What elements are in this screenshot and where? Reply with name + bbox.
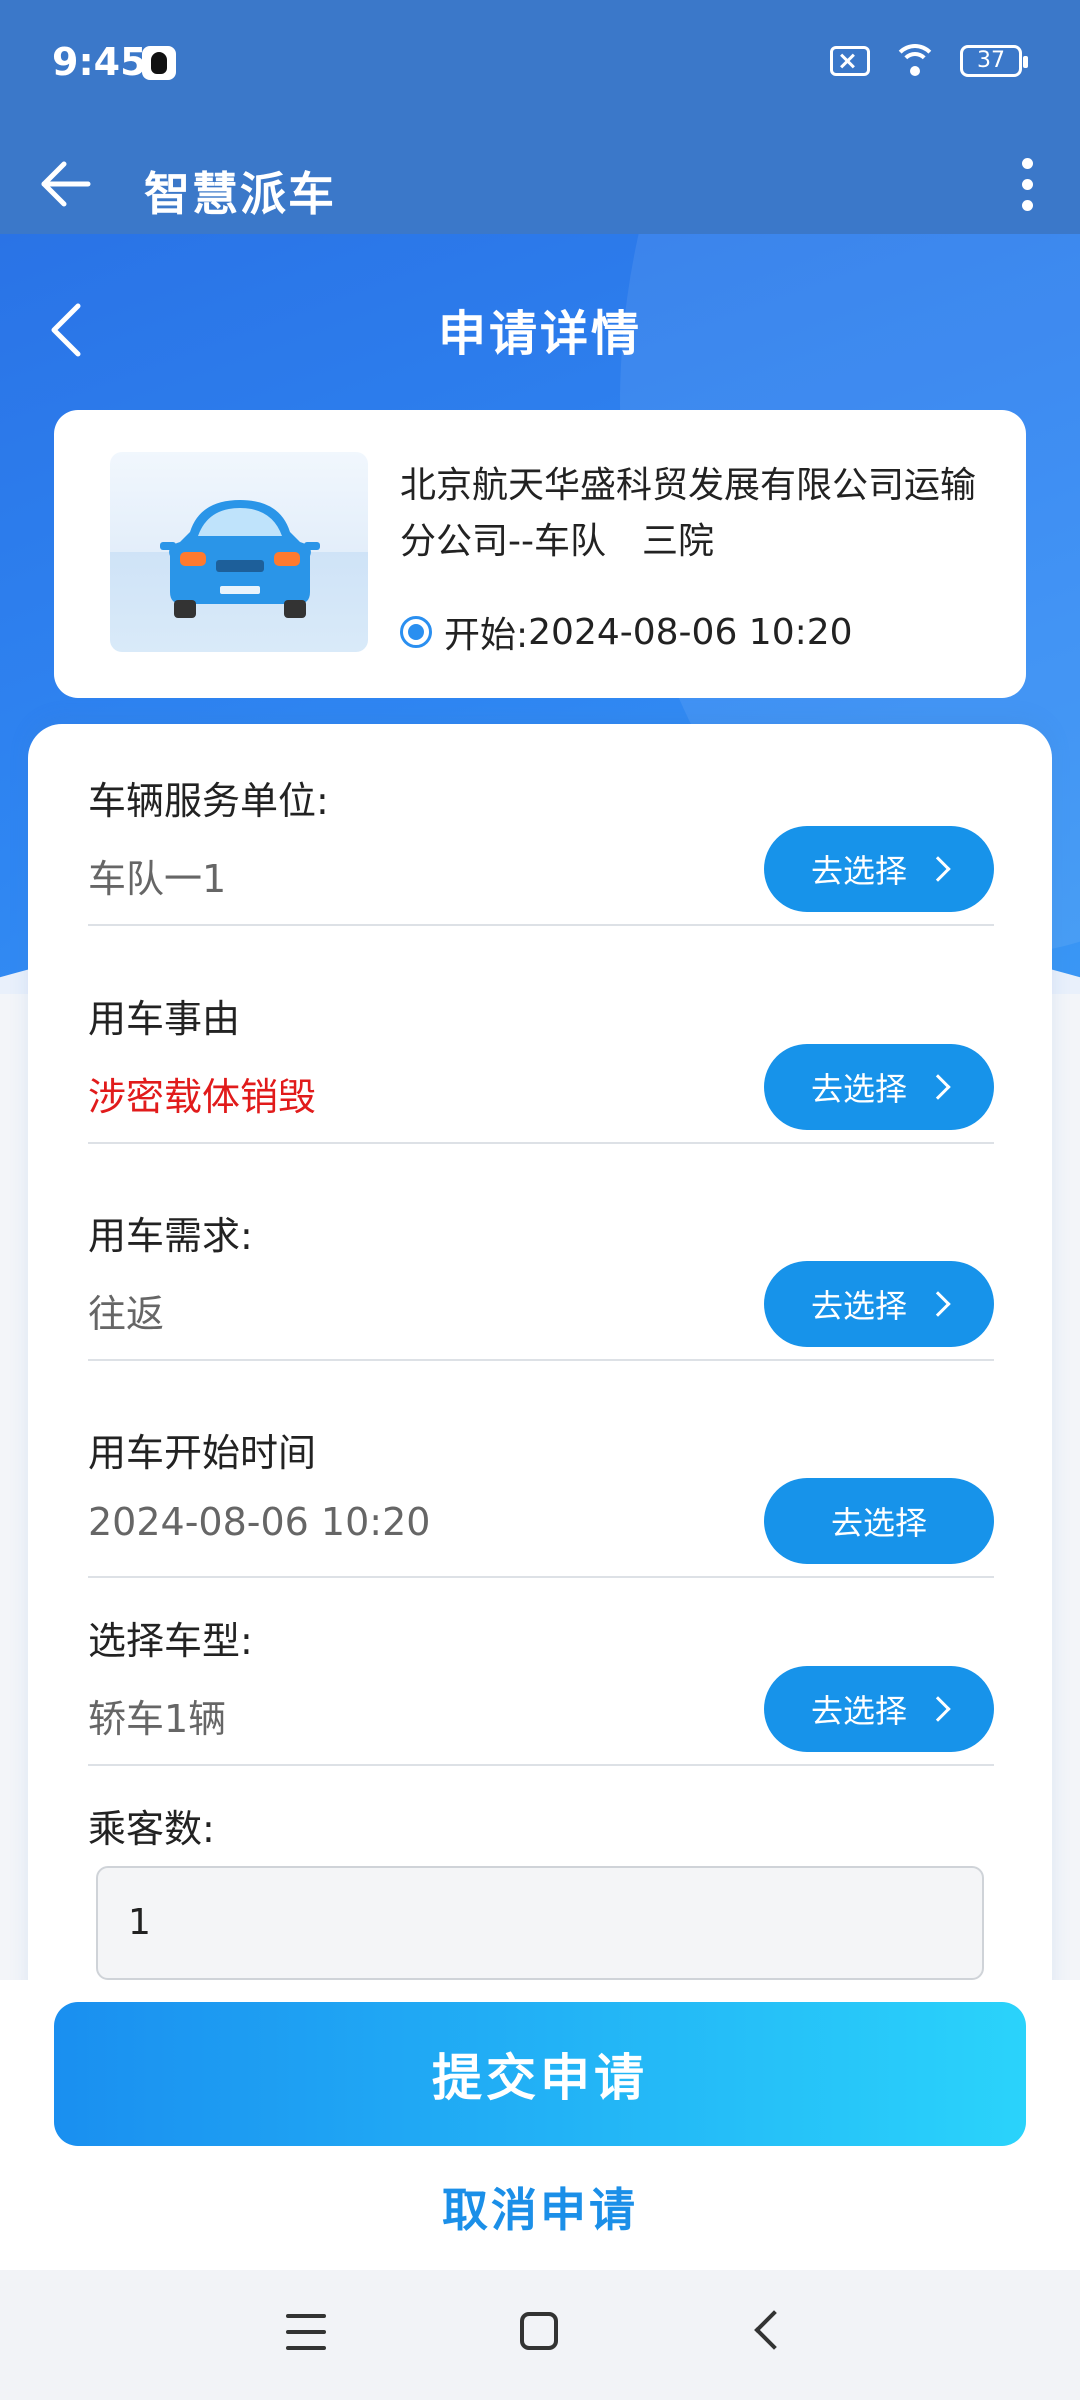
button-label: 去选择 bbox=[810, 1070, 907, 1108]
select-service-unit-button[interactable]: 去选择 bbox=[764, 826, 994, 912]
field-label: 乘客数: bbox=[88, 1807, 215, 1851]
no-sim-icon bbox=[830, 46, 870, 76]
qq-notification-icon bbox=[142, 46, 176, 80]
button-label: 去选择 bbox=[810, 1287, 907, 1325]
field-reason: 用车事由 涉密载体销毁 去选择 bbox=[88, 988, 994, 1144]
home-icon[interactable] bbox=[520, 2312, 558, 2350]
wifi-icon bbox=[892, 44, 938, 78]
car-image bbox=[110, 452, 368, 652]
more-menu-icon[interactable] bbox=[1002, 146, 1052, 222]
button-label: 去选择 bbox=[830, 1504, 927, 1542]
field-label: 用车事由 bbox=[88, 997, 241, 1041]
divider bbox=[88, 1764, 994, 1766]
chevron-right-icon bbox=[925, 1074, 951, 1100]
field-service-unit: 车辆服务单位: 车队一1 去选择 bbox=[88, 770, 994, 926]
arrow-left-icon bbox=[41, 161, 91, 207]
chevron-right-icon bbox=[925, 1696, 951, 1722]
app-bar: 智慧派车 bbox=[0, 132, 1080, 234]
start-time-row: 开始: 2024-08-06 10:20 bbox=[400, 606, 853, 658]
select-vehicle-type-button[interactable]: 去选择 bbox=[764, 1666, 994, 1752]
status-time: 9:45 bbox=[52, 40, 147, 84]
divider bbox=[88, 1359, 994, 1361]
status-icons: 37 bbox=[830, 44, 1028, 78]
submit-button[interactable]: 提交申请 bbox=[54, 2002, 1026, 2146]
chevron-right-icon bbox=[925, 856, 951, 882]
select-reason-button[interactable]: 去选择 bbox=[764, 1044, 994, 1130]
start-label: 开始: bbox=[444, 615, 529, 656]
select-start-time-button[interactable]: 去选择 bbox=[764, 1478, 994, 1564]
field-value: 车队一1 bbox=[88, 857, 227, 901]
chevron-right-icon bbox=[925, 1291, 951, 1317]
divider bbox=[88, 1576, 994, 1578]
field-value: 2024-08-06 10:20 bbox=[88, 1500, 431, 1544]
button-label: 去选择 bbox=[810, 852, 907, 890]
system-nav-bar bbox=[0, 2270, 1080, 2400]
field-label: 车辆服务单位: bbox=[88, 779, 329, 823]
field-start-time: 用车开始时间 2024-08-06 10:20 去选择 bbox=[88, 1422, 994, 1578]
vehicle-info-card: 北京航天华盛科贸发展有限公司运输分公司--车队 三院 开始: 2024-08-0… bbox=[54, 410, 1026, 698]
cancel-button[interactable]: 取消申请 bbox=[0, 2174, 1080, 2240]
divider bbox=[88, 924, 994, 926]
field-passengers: 乘客数: bbox=[88, 1798, 994, 1853]
field-value: 往返 bbox=[88, 1292, 165, 1336]
button-label: 去选择 bbox=[810, 1692, 907, 1730]
status-bar: 9:45 37 bbox=[0, 0, 1080, 132]
car-icon bbox=[160, 500, 320, 618]
field-value: 涉密载体销毁 bbox=[88, 1075, 317, 1119]
app-title: 智慧派车 bbox=[144, 167, 336, 221]
field-label: 用车需求: bbox=[88, 1214, 253, 1258]
back-icon[interactable] bbox=[754, 2310, 794, 2350]
battery-icon: 37 bbox=[960, 45, 1028, 77]
org-name: 北京航天华盛科贸发展有限公司运输分公司--车队 三院 bbox=[400, 465, 977, 562]
field-label: 用车开始时间 bbox=[88, 1431, 317, 1475]
field-value: 轿车1辆 bbox=[88, 1697, 227, 1741]
start-time: 2024-08-06 10:20 bbox=[528, 611, 853, 653]
divider bbox=[88, 1142, 994, 1144]
radio-dot-icon bbox=[400, 616, 432, 648]
recent-apps-icon[interactable] bbox=[286, 2314, 326, 2350]
application-form: 车辆服务单位: 车队一1 去选择 用车事由 涉密载体销毁 去选择 用车需求: 往… bbox=[28, 724, 1052, 2004]
field-label: 选择车型: bbox=[88, 1619, 253, 1663]
field-demand: 用车需求: 往返 去选择 bbox=[88, 1205, 994, 1361]
page-title: 申请详情 bbox=[437, 306, 642, 362]
app-back-button[interactable] bbox=[36, 154, 96, 214]
field-vehicle-type: 选择车型: 轿车1辆 去选择 bbox=[88, 1610, 994, 1766]
select-demand-button[interactable]: 去选择 bbox=[764, 1261, 994, 1347]
passenger-count-input[interactable]: 1 bbox=[96, 1866, 984, 1980]
